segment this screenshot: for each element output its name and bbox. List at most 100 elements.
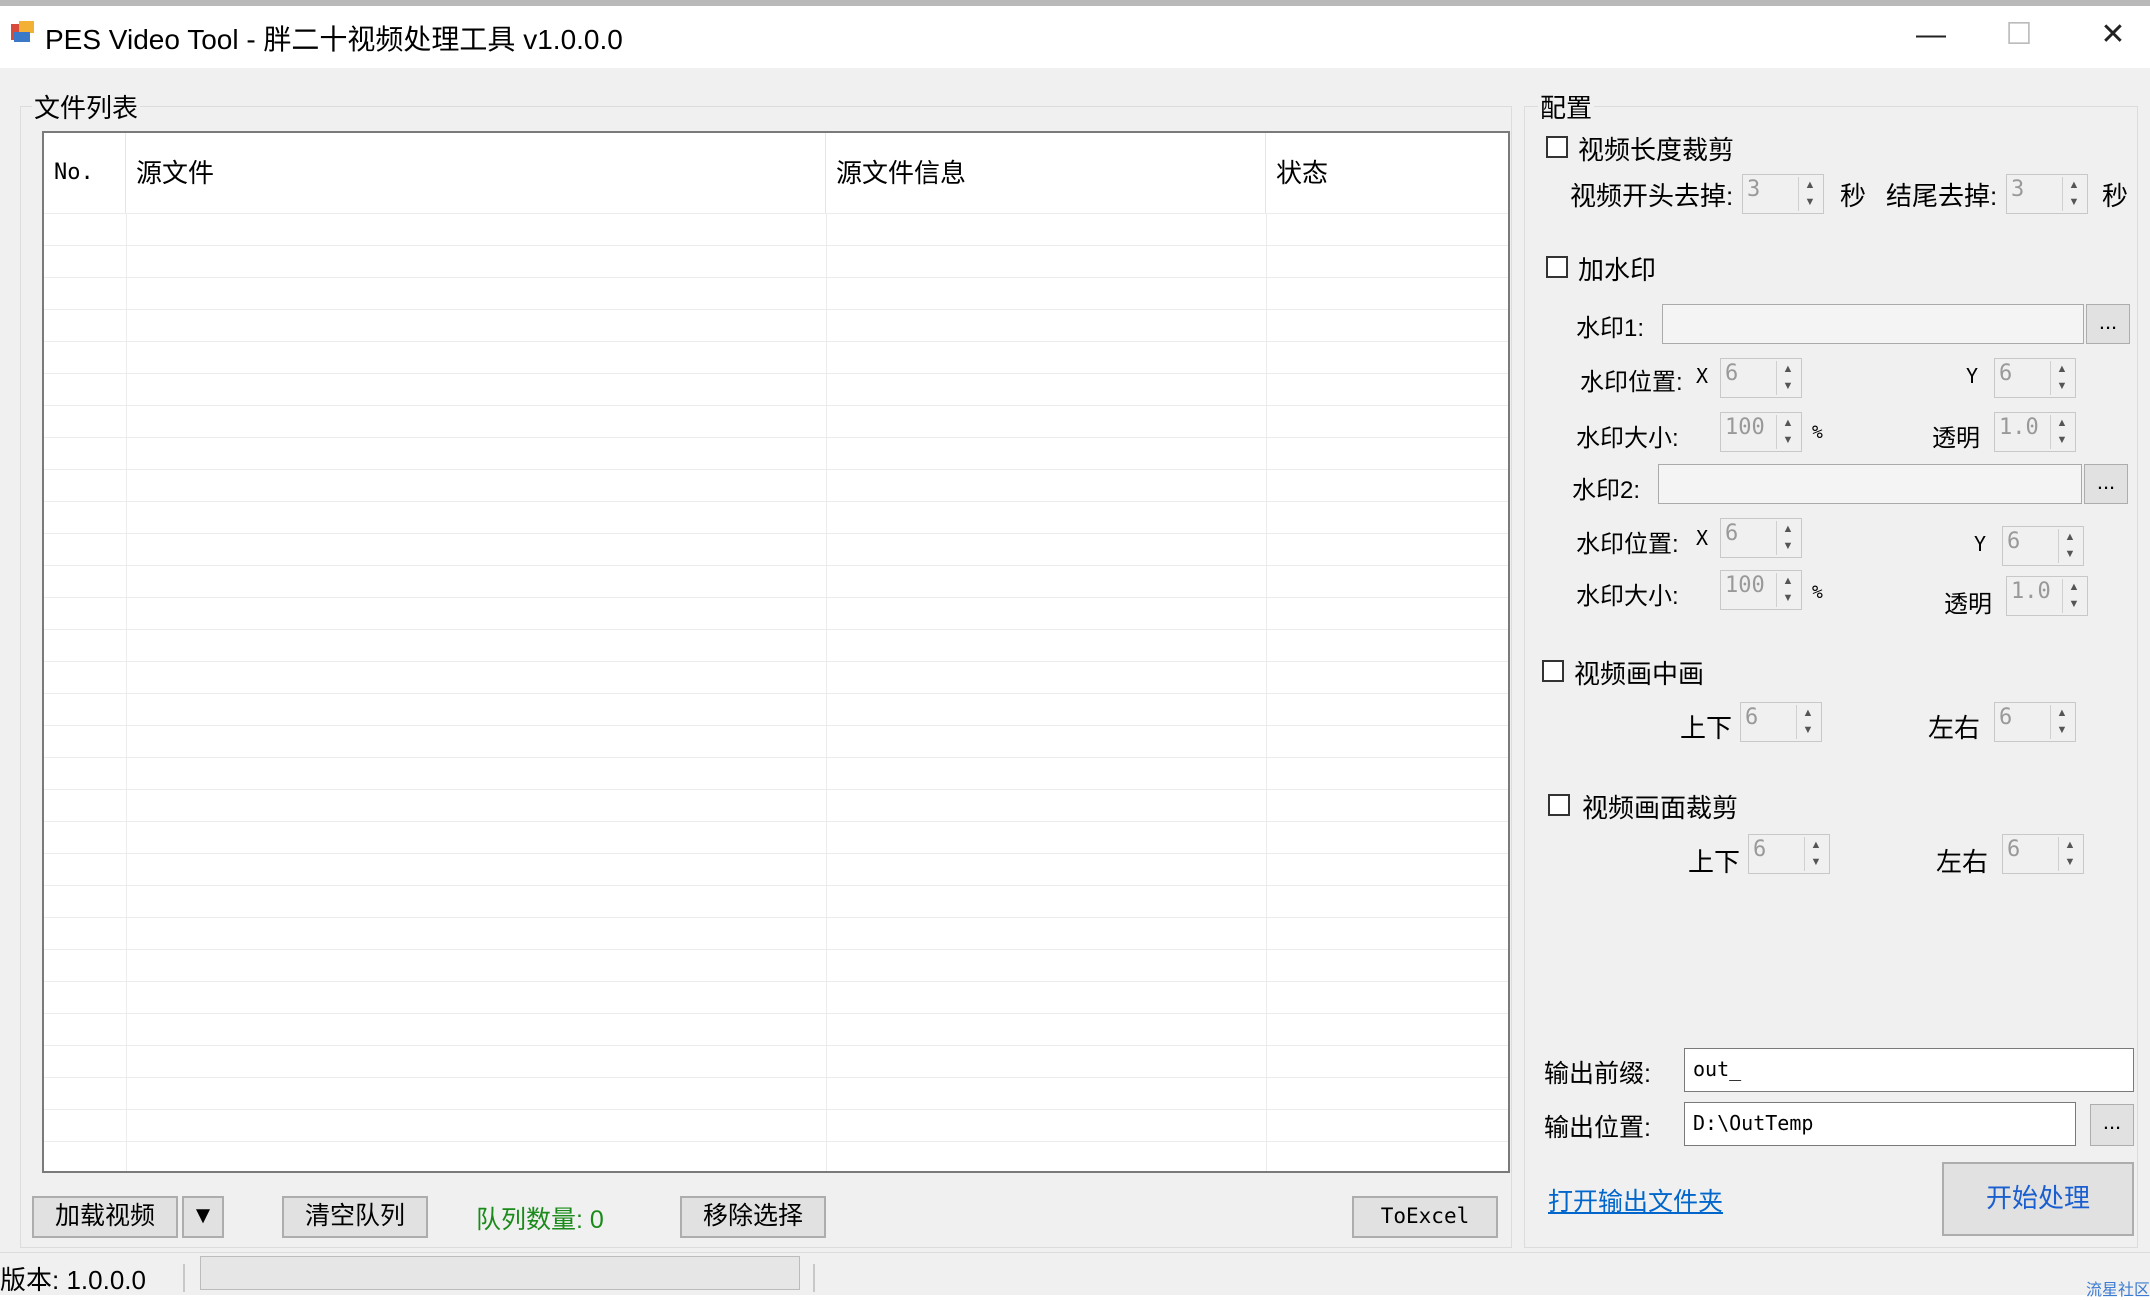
- output-location-input[interactable]: D:\OutTemp: [1684, 1102, 2076, 1146]
- pip-checkbox[interactable]: [1542, 660, 1564, 682]
- watermark2-alpha-value: 1.0: [2011, 579, 2051, 604]
- list-grid-line: [44, 693, 1508, 694]
- list-grid-line: [44, 789, 1508, 790]
- queue-count-label: 队列数量: 0: [476, 1206, 604, 1234]
- watermark2-label: 水印2:: [1572, 477, 1641, 504]
- spinner-arrows-icon[interactable]: ▲ ▼: [2058, 837, 2081, 871]
- output-prefix-input[interactable]: out_: [1684, 1048, 2134, 1092]
- spinner-arrows-icon[interactable]: ▲ ▼: [2050, 361, 2073, 395]
- watermark1-y-value: 6: [1999, 361, 2013, 386]
- list-grid-line: [44, 949, 1508, 950]
- column-header-no[interactable]: No.: [44, 133, 126, 213]
- spinner-arrows-icon[interactable]: ▲ ▼: [1804, 837, 1827, 871]
- crop-leftright-spinner[interactable]: 6 ▲ ▼: [2002, 834, 2084, 874]
- watermark2-x-label: X: [1696, 526, 1709, 550]
- list-grid-column-line: [126, 213, 127, 1171]
- watermark1-size-spinner[interactable]: 100 ▲ ▼: [1720, 412, 1802, 452]
- spinner-arrows-icon[interactable]: ▲ ▼: [1798, 177, 1821, 211]
- spinner-arrows-icon[interactable]: ▲ ▼: [1776, 521, 1799, 555]
- trim-end-label: 结尾去掉:: [1886, 181, 1998, 211]
- list-grid-line: [44, 469, 1508, 470]
- trim-start-value: 3: [1747, 177, 1761, 202]
- pip-updown-spinner[interactable]: 6 ▲ ▼: [1740, 702, 1822, 742]
- list-grid-line: [44, 565, 1508, 566]
- status-separator: [813, 1264, 815, 1292]
- column-header-source-info[interactable]: 源文件信息: [826, 133, 1266, 213]
- watermark1-path-input[interactable]: [1662, 304, 2084, 344]
- trim-start-spinner[interactable]: 3 ▲ ▼: [1742, 174, 1824, 214]
- watermark2-x-value: 6: [1725, 521, 1739, 546]
- list-grid-line: [44, 1077, 1508, 1078]
- chevron-down-icon: ▼: [191, 1202, 215, 1229]
- list-grid-line: [44, 405, 1508, 406]
- list-grid-line: [44, 917, 1508, 918]
- load-video-button[interactable]: 加载视频: [32, 1196, 178, 1238]
- list-grid-line: [44, 1109, 1508, 1110]
- trim-start-unit: 秒: [1840, 181, 1867, 211]
- close-button[interactable]: ✕: [2068, 10, 2150, 60]
- list-grid-line: [44, 373, 1508, 374]
- trim-start-label: 视频开头去掉:: [1570, 181, 1734, 211]
- watermark2-y-spinner[interactable]: 6 ▲ ▼: [2002, 526, 2084, 566]
- pip-leftright-spinner[interactable]: 6 ▲ ▼: [1994, 702, 2076, 742]
- app-icon: [10, 20, 36, 44]
- remove-selected-button[interactable]: 移除选择: [680, 1196, 826, 1238]
- watermark1-browse-button[interactable]: ...: [2086, 304, 2130, 344]
- file-list-group-label: 文件列表: [32, 88, 141, 125]
- watermark-checkbox[interactable]: [1546, 256, 1568, 278]
- minimize-button[interactable]: —: [1886, 10, 1976, 60]
- crop-checkbox[interactable]: [1548, 794, 1570, 816]
- list-grid-line: [44, 277, 1508, 278]
- file-list-view[interactable]: No. 源文件 源文件信息 状态: [42, 131, 1510, 1173]
- watermark2-path-input[interactable]: [1658, 464, 2082, 504]
- list-grid-line: [44, 981, 1508, 982]
- start-processing-button[interactable]: 开始处理: [1942, 1162, 2134, 1236]
- clear-queue-button[interactable]: 清空队列: [282, 1196, 428, 1238]
- spinner-arrows-icon[interactable]: ▲ ▼: [1776, 573, 1799, 607]
- watermark2-browse-button[interactable]: ...: [2084, 464, 2128, 504]
- spinner-arrows-icon[interactable]: ▲ ▼: [2050, 415, 2073, 449]
- watermark2-alpha-label: 透明: [1944, 591, 1992, 618]
- window-title: PES Video Tool - 胖二十视频处理工具 v1.0.0.0: [45, 24, 623, 55]
- status-separator: [183, 1264, 185, 1292]
- spinner-arrows-icon[interactable]: ▲ ▼: [1776, 361, 1799, 395]
- open-output-folder-link[interactable]: 打开输出文件夹: [1548, 1182, 1723, 1218]
- watermark1-x-spinner[interactable]: 6 ▲ ▼: [1720, 358, 1802, 398]
- watermark1-position-label: 水印位置:: [1580, 369, 1683, 396]
- spinner-arrows-icon[interactable]: ▲ ▼: [2062, 579, 2085, 613]
- to-excel-button[interactable]: ToExcel: [1352, 1196, 1498, 1238]
- spinner-arrows-icon[interactable]: ▲ ▼: [1776, 415, 1799, 449]
- trim-checkbox[interactable]: [1546, 136, 1568, 158]
- column-header-source-file[interactable]: 源文件: [126, 133, 826, 213]
- trim-end-spinner[interactable]: 3 ▲ ▼: [2006, 174, 2088, 214]
- spinner-arrows-icon[interactable]: ▲ ▼: [2058, 529, 2081, 563]
- watermark2-size-label: 水印大小:: [1576, 583, 1679, 610]
- watermark2-alpha-spinner[interactable]: 1.0 ▲ ▼: [2006, 576, 2088, 616]
- list-grid-line: [44, 629, 1508, 630]
- spinner-arrows-icon[interactable]: ▲ ▼: [2062, 177, 2085, 211]
- spinner-arrows-icon[interactable]: ▲ ▼: [1796, 705, 1819, 739]
- output-location-label: 输出位置:: [1544, 1114, 1651, 1142]
- watermark2-size-spinner[interactable]: 100 ▲ ▼: [1720, 570, 1802, 610]
- watermark1-y-label: Y: [1966, 364, 1979, 388]
- trim-label: 视频长度裁剪: [1578, 135, 1735, 165]
- list-header: No. 源文件 源文件信息 状态: [44, 133, 1508, 213]
- spinner-arrows-icon[interactable]: ▲ ▼: [2050, 705, 2073, 739]
- list-grid-line: [44, 597, 1508, 598]
- output-location-browse-button[interactable]: ...: [2090, 1104, 2134, 1146]
- pip-leftright-label: 左右: [1928, 713, 1981, 743]
- watermark1-y-spinner[interactable]: 6 ▲ ▼: [1994, 358, 2076, 398]
- maximize-button[interactable]: ☐: [1974, 10, 2064, 60]
- watermark2-x-spinner[interactable]: 6 ▲ ▼: [1720, 518, 1802, 558]
- list-grid-line: [44, 853, 1508, 854]
- watermark2-percent-label: %: [1812, 582, 1823, 603]
- pip-updown-value: 6: [1745, 705, 1759, 730]
- crop-updown-spinner[interactable]: 6 ▲ ▼: [1748, 834, 1830, 874]
- list-grid-line: [44, 213, 1508, 214]
- watermark1-alpha-spinner[interactable]: 1.0 ▲ ▼: [1994, 412, 2076, 452]
- load-options-dropdown-button[interactable]: ▼: [182, 1196, 224, 1238]
- list-grid-line: [44, 341, 1508, 342]
- background-window-edge: [0, 0, 2150, 6]
- watermark2-y-label: Y: [1974, 532, 1987, 556]
- column-header-status[interactable]: 状态: [1266, 133, 1508, 213]
